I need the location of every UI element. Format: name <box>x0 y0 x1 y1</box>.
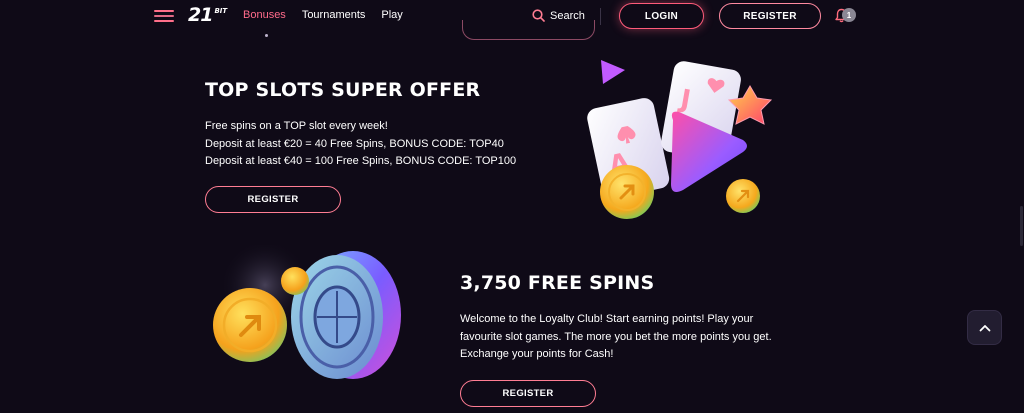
cards-illustration: A J <box>587 60 773 219</box>
logo-sup: BIT <box>214 7 228 15</box>
loyalty-title: 3,750 FREE SPINS <box>460 272 655 294</box>
scrollbar-thumb[interactable] <box>1020 206 1023 246</box>
logo-text: 21 <box>188 4 213 26</box>
offer-title: TOP SLOTS SUPER OFFER <box>205 79 481 101</box>
notification-badge: 1 <box>842 8 856 22</box>
main-nav: Bonuses Tournaments Play <box>243 9 419 21</box>
nav-play[interactable]: Play <box>381 9 402 21</box>
loyalty-line: Exchange your points for Cash! <box>460 348 614 360</box>
hamburger-icon[interactable] <box>154 10 174 22</box>
offer-line: Free spins on a TOP slot every week! <box>205 120 388 132</box>
carousel-dot[interactable] <box>265 34 268 37</box>
loyalty-description: Welcome to the Loyalty Club! Start earni… <box>460 311 830 364</box>
offer-line: Deposit at least €40 = 100 Free Spins, B… <box>205 155 517 167</box>
nav-bonuses[interactable]: Bonuses <box>243 9 286 21</box>
partial-button <box>462 20 595 40</box>
header-divider <box>600 8 601 25</box>
loyalty-register-button[interactable]: REGISTER <box>460 380 596 407</box>
loyalty-line: Welcome to the Loyalty Club! Start earni… <box>460 313 754 325</box>
offer-line: Deposit at least €20 = 40 Free Spins, BO… <box>205 137 504 150</box>
chevron-up-icon <box>979 324 990 331</box>
register-button[interactable]: REGISTER <box>719 3 821 29</box>
offer-register-button[interactable]: REGISTER <box>205 186 341 213</box>
nav-tournaments[interactable]: Tournaments <box>302 9 366 21</box>
login-button[interactable]: LOGIN <box>619 3 704 29</box>
vault-illustration <box>213 245 401 379</box>
scroll-to-top-button[interactable] <box>967 310 1002 345</box>
offer-description: Free spins on a TOP slot every week! Dep… <box>205 118 565 171</box>
loyalty-line: favourite slot games. The more you bet t… <box>460 330 772 343</box>
logo[interactable]: 21 BIT <box>188 4 227 26</box>
